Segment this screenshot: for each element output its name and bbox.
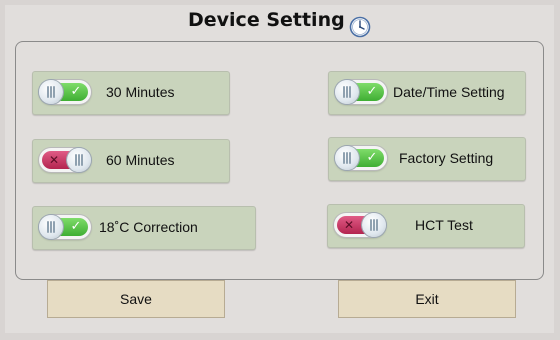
- setting-label: 30 Minutes: [106, 84, 175, 100]
- setting-label: HCT Test: [415, 217, 473, 233]
- check-icon: ✓: [70, 84, 82, 99]
- x-icon: ✕: [48, 153, 60, 167]
- grip-icon: [343, 152, 351, 164]
- grip-icon: [47, 86, 55, 98]
- setting-label: 18˚C Correction: [99, 219, 198, 235]
- check-icon: ✓: [70, 219, 82, 234]
- grip-icon: [370, 219, 378, 231]
- grip-icon: [75, 154, 83, 166]
- check-icon: ✓: [366, 150, 378, 165]
- page-title: Device Setting: [188, 9, 345, 31]
- clock-icon: [349, 16, 371, 38]
- toggle-knob[interactable]: [39, 215, 63, 239]
- setting-label: 60 Minutes: [106, 152, 175, 168]
- toggle-switch-30-minutes[interactable]: ✓: [39, 80, 91, 104]
- settings-panel: ✓ 30 Minutes ✕ 60 Minutes ✓ 18˚C Correct…: [15, 41, 544, 280]
- setting-date-time[interactable]: ✓ Date/Time Setting: [328, 71, 526, 115]
- exit-button[interactable]: Exit: [338, 280, 516, 318]
- toggle-knob[interactable]: [335, 146, 359, 170]
- setting-factory[interactable]: ✓ Factory Setting: [328, 137, 526, 181]
- x-icon: ✕: [343, 218, 355, 232]
- toggle-knob[interactable]: [67, 148, 91, 172]
- grip-icon: [47, 221, 55, 233]
- toggle-knob[interactable]: [335, 80, 359, 104]
- check-icon: ✓: [366, 84, 378, 99]
- grip-icon: [343, 86, 351, 98]
- save-button[interactable]: Save: [47, 280, 225, 318]
- setting-hct-test[interactable]: ✕ HCT Test: [327, 204, 525, 248]
- toggle-knob[interactable]: [362, 213, 386, 237]
- setting-60-minutes[interactable]: ✕ 60 Minutes: [32, 139, 230, 183]
- setting-30-minutes[interactable]: ✓ 30 Minutes: [32, 71, 230, 115]
- toggle-switch-factory[interactable]: ✓: [335, 146, 387, 170]
- header: Device Setting: [0, 4, 560, 38]
- toggle-switch-18c-correction[interactable]: ✓: [39, 215, 91, 239]
- toggle-knob[interactable]: [39, 80, 63, 104]
- toggle-switch-60-minutes[interactable]: ✕: [39, 148, 91, 172]
- setting-label: Date/Time Setting: [393, 84, 505, 100]
- setting-label: Factory Setting: [399, 150, 494, 166]
- toggle-switch-hct-test[interactable]: ✕: [334, 213, 386, 237]
- setting-18c-correction[interactable]: ✓ 18˚C Correction: [32, 206, 256, 250]
- toggle-switch-date-time[interactable]: ✓: [335, 80, 387, 104]
